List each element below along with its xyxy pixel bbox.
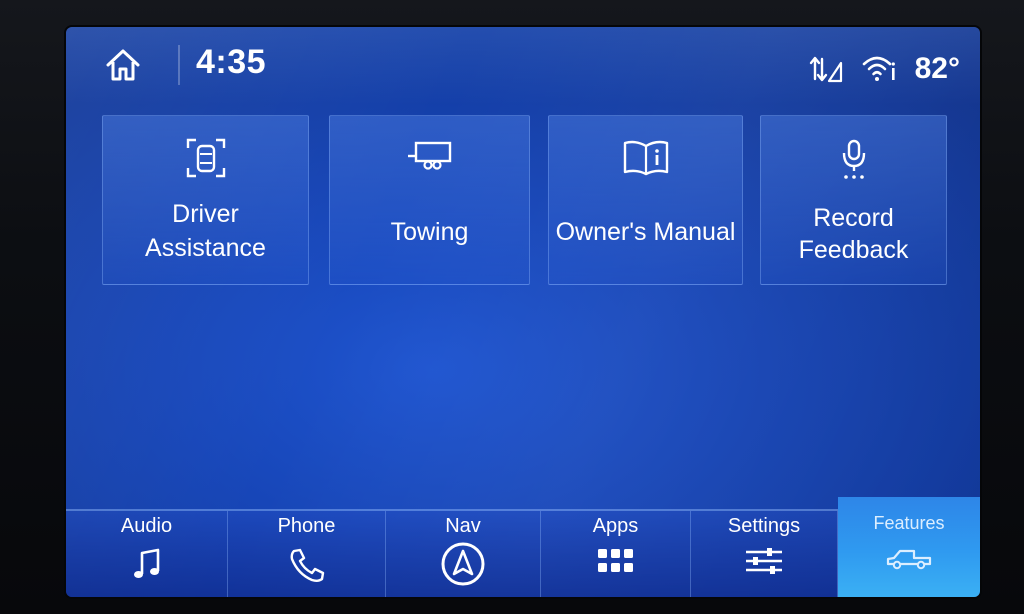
music-note-icon: [133, 548, 159, 578]
driver-assistance-icon: [186, 138, 225, 178]
data-signal-icon: [809, 56, 842, 83]
wifi-icon: [862, 56, 895, 81]
navigation-compass-icon: [441, 542, 485, 586]
tile-label-line1: Record: [813, 204, 894, 232]
nav-label: Features: [873, 513, 945, 533]
tile-driver-assistance[interactable]: Driver Assistance: [102, 115, 309, 285]
phone-icon: [290, 548, 324, 582]
tile-towing[interactable]: Towing: [329, 115, 530, 285]
tile-label-line2: Assistance: [145, 234, 266, 262]
nav-label: Audio: [120, 515, 173, 537]
nav-label: Apps: [592, 515, 639, 537]
status-divider: [178, 45, 180, 85]
bottom-nav-bar: Audio Phone Nav Apps Settings Features: [66, 497, 980, 597]
nav-label: Nav: [445, 515, 481, 537]
home-icon: [106, 49, 140, 81]
manual-book-icon: [623, 140, 668, 176]
tile-label: Owner's Manual: [555, 218, 736, 246]
nav-nav-button[interactable]: Nav: [386, 511, 541, 597]
sliders-icon: [746, 548, 782, 574]
feature-tiles: Driver Assistance Towing Owner's Manual: [102, 115, 952, 290]
nav-features-button[interactable]: Features: [838, 497, 980, 597]
tile-label-line2: Feedback: [798, 236, 909, 264]
nav-settings-button[interactable]: Settings: [691, 511, 838, 597]
status-indicators: 82°: [809, 49, 960, 89]
clock: 4:35: [196, 43, 267, 81]
infotainment-screen: 4:35 82° Driver Assistance Towing Owner'…: [66, 27, 980, 597]
outside-temperature: 82°: [914, 52, 960, 85]
status-bar: 4:35 82°: [66, 27, 980, 105]
trailer-icon: [407, 141, 451, 170]
tile-record-feedback[interactable]: Record Feedback: [760, 115, 947, 285]
nav-label: Phone: [277, 515, 336, 537]
nav-audio-button[interactable]: Audio: [66, 511, 228, 597]
tile-owners-manual[interactable]: Owner's Manual: [548, 115, 743, 285]
tile-label: Towing: [390, 218, 469, 246]
home-button[interactable]: [98, 43, 148, 87]
truck-icon: [886, 549, 932, 570]
apps-grid-icon: [597, 549, 633, 572]
nav-apps-button[interactable]: Apps: [541, 511, 691, 597]
nav-label: Settings: [727, 515, 801, 537]
microphone-icon: [842, 139, 865, 179]
nav-phone-button[interactable]: Phone: [228, 511, 386, 597]
tile-label-line1: Driver: [172, 200, 239, 228]
